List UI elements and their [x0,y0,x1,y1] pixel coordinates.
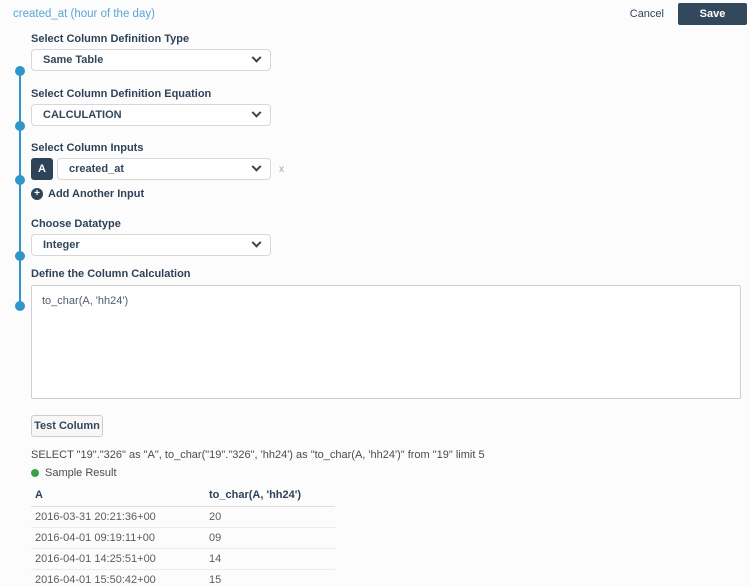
calculation-label: Define the Column Calculation [31,268,191,280]
definition-type-select[interactable]: Same Table [31,49,271,71]
add-another-input-button[interactable]: Add Another Input [31,188,750,200]
definition-equation-label: Select Column Definition Equation [31,88,212,100]
definition-type-value: Same Table [43,54,104,66]
cell-timestamp: 2016-03-31 20:21:36+00 [31,506,205,528]
stepper-dot-definition-equation [15,121,25,131]
cell-timestamp: 2016-04-01 09:19:11+00 [31,527,205,549]
calculation-input[interactable]: to_char(A, 'hh24') [31,285,741,399]
input-badge: A [31,158,53,180]
save-button[interactable]: Save [678,3,747,25]
table-row: 2016-04-01 14:25:51+00 14 [31,548,335,570]
table-header-row: A to_char(A, 'hh24') [31,485,335,507]
column-inputs-label: Select Column Inputs [31,142,144,154]
table-row: 2016-04-01 09:19:11+00 09 [31,527,335,549]
remove-input-icon[interactable]: x [279,164,284,175]
add-another-input-label: Add Another Input [48,188,145,200]
generated-sql-text: SELECT "19"."326" as "A", to_char("19"."… [31,449,485,461]
stepper-dot-calculation [15,301,25,311]
cell-hour: 14 [205,548,335,570]
cell-timestamp: 2016-04-01 15:50:42+00 [31,569,205,586]
stepper-rail-line [19,71,21,306]
column-input-value: created_at [69,163,125,175]
test-column-button[interactable]: Test Column [31,415,103,437]
cell-hour: 15 [205,569,335,586]
column-header-a: A [31,485,205,507]
table-row: 2016-04-01 15:50:42+00 15 [31,569,335,586]
plus-icon [31,188,43,200]
column-header-tochar: to_char(A, 'hh24') [205,485,335,507]
definition-type-label: Select Column Definition Type [31,33,190,45]
column-definition-form: Select Column Definition Type Same Table… [0,33,750,586]
chevron-down-icon [251,107,262,118]
cell-hour: 20 [205,506,335,528]
datatype-value: Integer [43,239,80,251]
chevron-down-icon [251,161,262,172]
stepper-dot-definition-type [15,66,25,76]
column-input-select[interactable]: created_at [57,158,271,180]
datatype-label: Choose Datatype [31,218,121,230]
success-dot-icon [31,469,39,477]
sample-result-label: Sample Result [45,467,117,479]
cancel-button[interactable]: Cancel [630,8,664,20]
sample-result-table: A to_char(A, 'hh24') 2016-03-31 20:21:36… [31,485,335,586]
stepper-dot-column-inputs [15,175,25,185]
column-input-row: A created_at x [31,158,750,180]
page-title: created_at (hour of the day) [13,8,155,20]
chevron-down-icon [251,237,262,248]
datatype-select[interactable]: Integer [31,234,271,256]
definition-equation-select[interactable]: CALCULATION [31,104,271,126]
chevron-down-icon [251,52,262,63]
table-row: 2016-03-31 20:21:36+00 20 [31,506,335,528]
header: created_at (hour of the day) Cancel Save [0,0,750,28]
definition-equation-value: CALCULATION [43,109,122,121]
cell-hour: 09 [205,527,335,549]
stepper-dot-datatype [15,251,25,261]
sample-result-status: Sample Result [31,467,750,479]
cell-timestamp: 2016-04-01 14:25:51+00 [31,548,205,570]
